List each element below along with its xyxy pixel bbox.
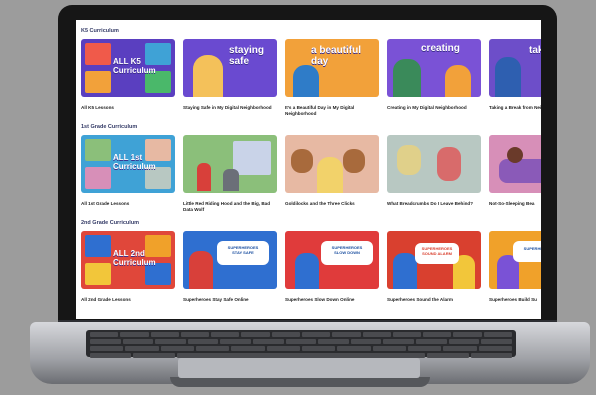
lesson-card[interactable]: Little Red Riding Hood and the Big, Bad … — [183, 135, 277, 213]
lesson-title[interactable]: Not-So-Sleeping Bea — [489, 201, 541, 213]
thumbnail-text: tak — [529, 45, 541, 56]
lesson-card[interactable]: SUPERHEROES Superheroes Build Su — [489, 231, 541, 309]
k5-lesson-row: ALL K5 Curriculum All K5 Lessons staying… — [81, 39, 541, 117]
thumbnail-text: SUPERHEROES SLOW DOWN — [321, 241, 373, 265]
section-title-2nd-grade: 2nd Grade Curriculum — [81, 220, 140, 226]
thumbnail-text: SUPERHEROES SOUND ALARM — [415, 243, 459, 264]
lesson-title[interactable]: Staying Safe in My Digital Neighborhood — [183, 105, 277, 117]
section-title-k5: K5 Curriculum — [81, 28, 119, 34]
lesson-thumbnail[interactable] — [387, 135, 481, 193]
laptop-front-edge — [170, 377, 430, 387]
lesson-title[interactable]: Goldilocks and the Three Clicks — [285, 201, 379, 213]
lesson-card[interactable]: staying safe Staying Safe in My Digital … — [183, 39, 277, 117]
lesson-thumbnail[interactable]: SUPERHEROES STAY SAFE — [183, 231, 277, 289]
lesson-card[interactable]: ALL K5 Curriculum All K5 Lessons — [81, 39, 175, 117]
lesson-title[interactable]: All K5 Lessons — [81, 105, 175, 117]
lesson-card[interactable]: SUPERHEROES SLOW DOWN Superheroes Slow D… — [285, 231, 379, 309]
lesson-title[interactable]: Superheroes Stay Safe Online — [183, 297, 277, 309]
lesson-card[interactable]: ALL 2nd Curriculum All 2nd Grade Lessons — [81, 231, 175, 309]
lesson-title[interactable]: Superheroes Build Su — [489, 297, 541, 309]
lesson-thumbnail[interactable]: a beautiful day — [285, 39, 379, 97]
lesson-card[interactable]: Goldilocks and the Three Clicks — [285, 135, 379, 213]
lesson-thumbnail[interactable] — [183, 135, 277, 193]
lesson-thumbnail[interactable]: creating — [387, 39, 481, 97]
trackpad — [178, 358, 420, 378]
lesson-card[interactable]: SUPERHEROES STAY SAFE Superheroes Stay S… — [183, 231, 277, 309]
lesson-thumbnail[interactable]: SUPERHEROES SLOW DOWN — [285, 231, 379, 289]
lesson-card[interactable]: ALL 1st Curriculum All 1st Grade Lessons — [81, 135, 175, 213]
thumbnail-text: ALL K5 Curriculum — [113, 57, 156, 75]
lesson-card[interactable]: tak Taking a Break from Neighborhood — [489, 39, 541, 117]
laptop-screen: K5 Curriculum ALL K5 Curriculum All K5 L… — [76, 20, 541, 319]
lesson-title[interactable]: All 2nd Grade Lessons — [81, 297, 175, 309]
lesson-title[interactable]: Taking a Break from Neighborhood — [489, 105, 541, 117]
lesson-title[interactable]: Superheroes Slow Down Online — [285, 297, 379, 309]
thumbnail-text: ALL 1st Curriculum — [113, 153, 156, 171]
first-grade-lesson-row: ALL 1st Curriculum All 1st Grade Lessons… — [81, 135, 541, 213]
lesson-thumbnail[interactable] — [489, 135, 541, 193]
thumbnail-text: a beautiful day — [311, 45, 362, 67]
thumbnail-text: SUPERHEROES STAY SAFE — [217, 241, 269, 265]
lesson-thumbnail[interactable]: staying safe — [183, 39, 277, 97]
lesson-title[interactable]: Superheroes Sound the Alarm — [387, 297, 481, 309]
lesson-thumbnail[interactable]: SUPERHEROES SOUND ALARM — [387, 231, 481, 289]
lesson-title[interactable]: It’s a Beautiful Day in My Digital Neigh… — [285, 105, 379, 117]
lesson-title[interactable]: All 1st Grade Lessons — [81, 201, 175, 213]
thumbnail-text: ALL 2nd Curriculum — [113, 249, 156, 267]
lesson-thumbnail[interactable]: tak — [489, 39, 541, 97]
lesson-card[interactable]: What Breadcrumbs Do I Leave Behind? — [387, 135, 481, 213]
lesson-card[interactable]: SUPERHEROES SOUND ALARM Superheroes Soun… — [387, 231, 481, 309]
second-grade-lesson-row: ALL 2nd Curriculum All 2nd Grade Lessons… — [81, 231, 541, 309]
lesson-title[interactable]: What Breadcrumbs Do I Leave Behind? — [387, 201, 481, 213]
lesson-title[interactable]: Creating in My Digital Neighborhood — [387, 105, 481, 117]
section-title-1st-grade: 1st Grade Curriculum — [81, 124, 138, 130]
lesson-card[interactable]: creating Creating in My Digital Neighbor… — [387, 39, 481, 117]
lesson-thumbnail[interactable]: ALL 2nd Curriculum — [81, 231, 175, 289]
thumbnail-text: SUPERHEROES — [513, 241, 541, 262]
lesson-thumbnail[interactable] — [285, 135, 379, 193]
lesson-card[interactable]: a beautiful day It’s a Beautiful Day in … — [285, 39, 379, 117]
thumbnail-text: staying safe — [229, 45, 265, 67]
lesson-card[interactable]: Not-So-Sleeping Bea — [489, 135, 541, 213]
lesson-thumbnail[interactable]: ALL K5 Curriculum — [81, 39, 175, 97]
lesson-thumbnail[interactable]: ALL 1st Curriculum — [81, 135, 175, 193]
lesson-title[interactable]: Little Red Riding Hood and the Big, Bad … — [183, 201, 277, 213]
keyboard — [86, 330, 516, 358]
lesson-thumbnail[interactable]: SUPERHEROES — [489, 231, 541, 289]
thumbnail-text: creating — [421, 43, 460, 54]
